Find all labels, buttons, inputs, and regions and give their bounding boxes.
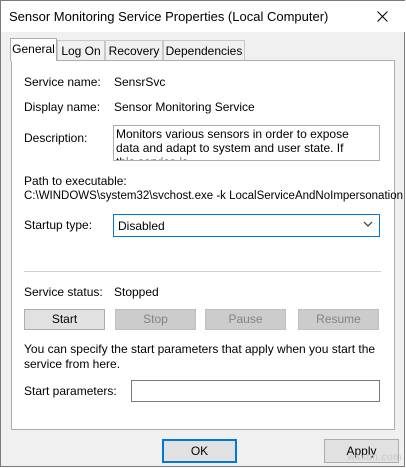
close-icon (376, 11, 388, 22)
path-value: C:\WINDOWS\system32\svchost.exe -k Local… (24, 190, 403, 202)
tab-general[interactable]: General (10, 38, 57, 61)
ok-button[interactable]: OK (162, 439, 237, 463)
divider (24, 271, 381, 272)
display-name-label: Display name: (24, 100, 101, 114)
window-title: Sensor Monitoring Service Properties (Lo… (9, 9, 329, 24)
chevron-down-icon (363, 221, 373, 227)
hint-text: You can specify the start parameters tha… (24, 342, 376, 371)
startup-type-label: Startup type: (24, 218, 93, 232)
tab-dependencies[interactable]: Dependencies (163, 40, 245, 60)
close-button[interactable] (359, 1, 405, 32)
path-label: Path to executable: (24, 174, 127, 188)
tab-dependencies-label: Dependencies (165, 44, 243, 58)
pause-button[interactable]: Pause (205, 309, 286, 330)
tab-log-on-label: Log On (61, 44, 101, 58)
tab-recovery-label: Recovery (108, 44, 160, 58)
tab-log-on[interactable]: Log On (57, 40, 105, 60)
service-name-label: Service name: (24, 75, 101, 89)
tab-general-label: General (12, 42, 55, 56)
service-status-label: Service status: (24, 285, 103, 299)
properties-dialog: Sensor Monitoring Service Properties (Lo… (0, 0, 405, 467)
display-name-value: Sensor Monitoring Service (114, 100, 255, 114)
description-scrollbar[interactable] (363, 126, 379, 160)
startup-type-select[interactable]: Disabled (113, 214, 380, 237)
description-text: Monitors various sensors in order to exp… (116, 127, 349, 160)
start-parameters-input[interactable] (131, 380, 380, 402)
startup-type-value: Disabled (118, 219, 165, 233)
start-parameters-label: Start parameters: (24, 384, 117, 398)
service-status-value: Stopped (114, 285, 159, 299)
general-panel: Service name: SensrSvc Display name: Sen… (11, 60, 403, 430)
tab-recovery[interactable]: Recovery (105, 40, 163, 60)
watermark: wsxdn.com (347, 452, 402, 463)
resume-button[interactable]: Resume (298, 309, 379, 330)
title-bar[interactable]: Sensor Monitoring Service Properties (Lo… (1, 1, 405, 32)
service-name-value: SensrSvc (114, 75, 166, 89)
description-box[interactable]: Monitors various sensors in order to exp… (113, 125, 380, 161)
stop-button[interactable]: Stop (115, 309, 196, 330)
description-label: Description: (24, 131, 88, 145)
start-button[interactable]: Start (24, 309, 105, 330)
